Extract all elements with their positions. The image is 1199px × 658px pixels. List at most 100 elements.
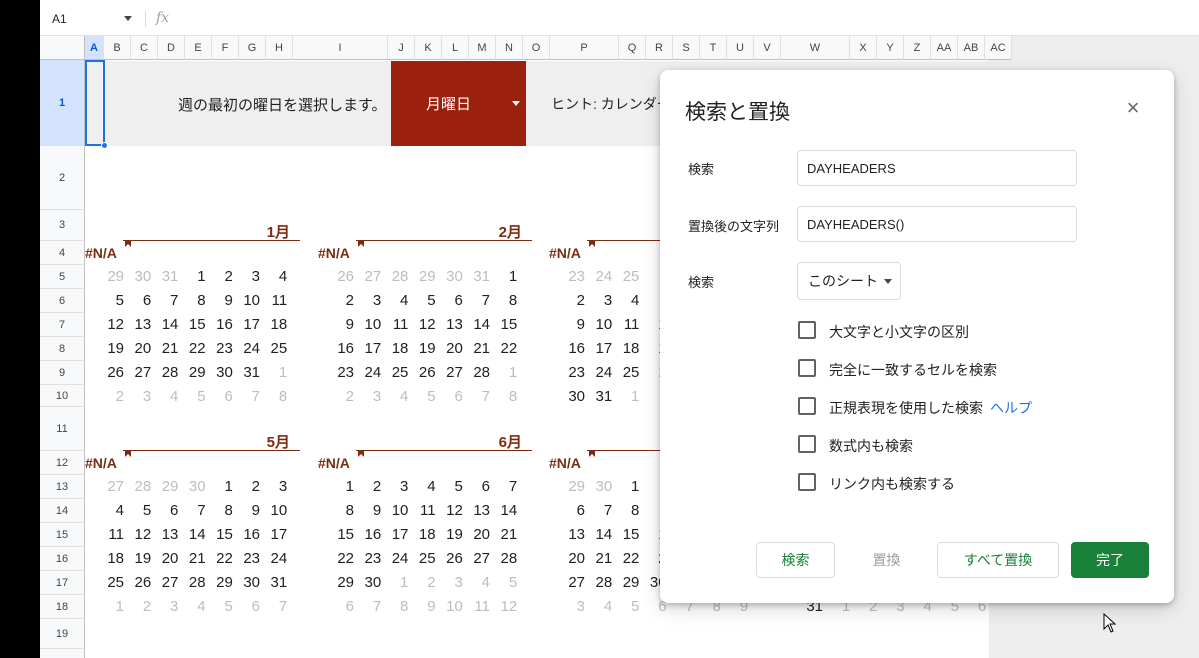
- calendar-day: 29: [107, 268, 124, 285]
- row-header-16[interactable]: 16: [40, 547, 85, 571]
- calendar-day: 1: [345, 478, 354, 495]
- calendar-day: 18: [270, 316, 288, 333]
- column-header-u[interactable]: U: [727, 36, 754, 60]
- column-header-c[interactable]: C: [131, 36, 158, 60]
- calendar-day: 24: [270, 550, 288, 567]
- column-header-k[interactable]: K: [415, 36, 442, 60]
- calendar-day: 21: [500, 526, 518, 543]
- fill-handle[interactable]: [101, 142, 108, 149]
- row-header-8[interactable]: 8: [40, 337, 85, 361]
- close-icon[interactable]: ×: [1121, 96, 1145, 120]
- column-header-j[interactable]: J: [388, 36, 415, 60]
- column-header-q[interactable]: Q: [619, 36, 646, 60]
- row-header-10[interactable]: 10: [40, 385, 85, 407]
- find-button[interactable]: 検索: [756, 542, 835, 578]
- row-header-3[interactable]: 3: [40, 210, 85, 241]
- column-header-n[interactable]: N: [496, 36, 523, 60]
- column-header-h[interactable]: H: [266, 36, 293, 60]
- option-label: 大文字と小文字の区別: [829, 324, 969, 340]
- column-header-ab[interactable]: AB: [958, 36, 985, 60]
- column-header-w[interactable]: W: [781, 36, 850, 60]
- select-all-corner[interactable]: [40, 36, 85, 60]
- name-box-dropdown-icon[interactable]: [124, 16, 132, 21]
- replace-button[interactable]: 置換: [856, 542, 917, 578]
- checkbox[interactable]: [798, 397, 816, 415]
- calendar-day: 7: [508, 478, 518, 495]
- column-header-x[interactable]: X: [850, 36, 877, 60]
- replace-input[interactable]: [797, 206, 1077, 242]
- checkbox[interactable]: [798, 473, 816, 491]
- row-header-11[interactable]: 11: [40, 407, 85, 451]
- column-header-ac[interactable]: AC: [985, 36, 1012, 60]
- calendar-day: 18: [418, 526, 436, 543]
- column-header-g[interactable]: G: [239, 36, 266, 60]
- calendar-day: 1: [197, 268, 206, 285]
- calendar-day: 22: [216, 550, 233, 567]
- replace-all-button[interactable]: すべて置換: [937, 542, 1059, 578]
- row-header-13[interactable]: 13: [40, 475, 85, 499]
- calendar-day: 31: [595, 388, 613, 405]
- calendar-day: 9: [427, 598, 436, 615]
- calendar-day: 2: [345, 292, 354, 309]
- column-header-f[interactable]: F: [212, 36, 239, 60]
- calendar-day: 6: [576, 502, 585, 519]
- checkbox[interactable]: [798, 435, 816, 453]
- chevron-down-icon[interactable]: [512, 101, 520, 106]
- column-header-m[interactable]: M: [469, 36, 496, 60]
- calendar-day: 6: [224, 388, 233, 405]
- column-header-a[interactable]: A: [85, 36, 104, 60]
- column-header-d[interactable]: D: [158, 36, 185, 60]
- checkbox[interactable]: [798, 321, 816, 339]
- row-header-18[interactable]: 18: [40, 595, 85, 619]
- find-input[interactable]: [797, 150, 1077, 186]
- calendar-day: 15: [188, 316, 206, 333]
- column-header-v[interactable]: V: [754, 36, 781, 60]
- column-header-e[interactable]: E: [185, 36, 212, 60]
- row-header-19[interactable]: 19: [40, 619, 85, 649]
- calendar-day: 26: [134, 574, 152, 591]
- chevron-down-icon[interactable]: [884, 279, 892, 284]
- calendar-day: 23: [337, 364, 354, 381]
- row-header-17[interactable]: 17: [40, 571, 85, 595]
- checkbox[interactable]: [798, 359, 816, 377]
- column-header-r[interactable]: R: [646, 36, 673, 60]
- calendar-day: 5: [115, 292, 124, 309]
- row-header-5[interactable]: 5: [40, 265, 85, 289]
- column-header-i[interactable]: I: [293, 36, 388, 60]
- calendar-day: 9: [224, 292, 233, 309]
- row-header-15[interactable]: 15: [40, 523, 85, 547]
- column-header-s[interactable]: S: [673, 36, 700, 60]
- column-header-aa[interactable]: AA: [931, 36, 958, 60]
- row-header-4[interactable]: 4: [40, 241, 85, 265]
- calendar-day: 5: [427, 292, 436, 309]
- error-marker: [125, 451, 131, 457]
- row-header-7[interactable]: 7: [40, 313, 85, 337]
- column-header-z[interactable]: Z: [904, 36, 931, 60]
- formula-bar: A1 fx: [40, 0, 1199, 36]
- row-header-14[interactable]: 14: [40, 499, 85, 523]
- column-header-o[interactable]: O: [523, 36, 550, 60]
- calendar-day: 8: [345, 502, 354, 519]
- row-header-9[interactable]: 9: [40, 361, 85, 385]
- calendar-day: 22: [622, 550, 640, 567]
- calendar-day: 4: [115, 502, 124, 519]
- row-header-2[interactable]: 2: [40, 146, 85, 210]
- column-header-p[interactable]: P: [550, 36, 619, 60]
- row-header-12[interactable]: 12: [40, 451, 85, 475]
- name-box[interactable]: A1: [52, 12, 67, 26]
- column-header-b[interactable]: B: [104, 36, 131, 60]
- column-header-l[interactable]: L: [442, 36, 469, 60]
- calendar-day: 5: [508, 574, 518, 591]
- column-header-y[interactable]: Y: [877, 36, 904, 60]
- calendar-day: 18: [107, 550, 124, 567]
- row-header-1[interactable]: 1: [40, 60, 85, 146]
- row-header-6[interactable]: 6: [40, 289, 85, 313]
- calendar-day: 5: [631, 598, 640, 615]
- calendar-day: 23: [216, 340, 233, 357]
- column-header-t[interactable]: T: [700, 36, 727, 60]
- help-link[interactable]: ヘルプ: [990, 398, 1032, 418]
- calendar-day: 25: [622, 364, 640, 381]
- done-button[interactable]: 完了: [1071, 542, 1149, 578]
- calendar-day: 29: [216, 574, 233, 591]
- week-start-dropdown-value[interactable]: 月曜日: [426, 93, 471, 114]
